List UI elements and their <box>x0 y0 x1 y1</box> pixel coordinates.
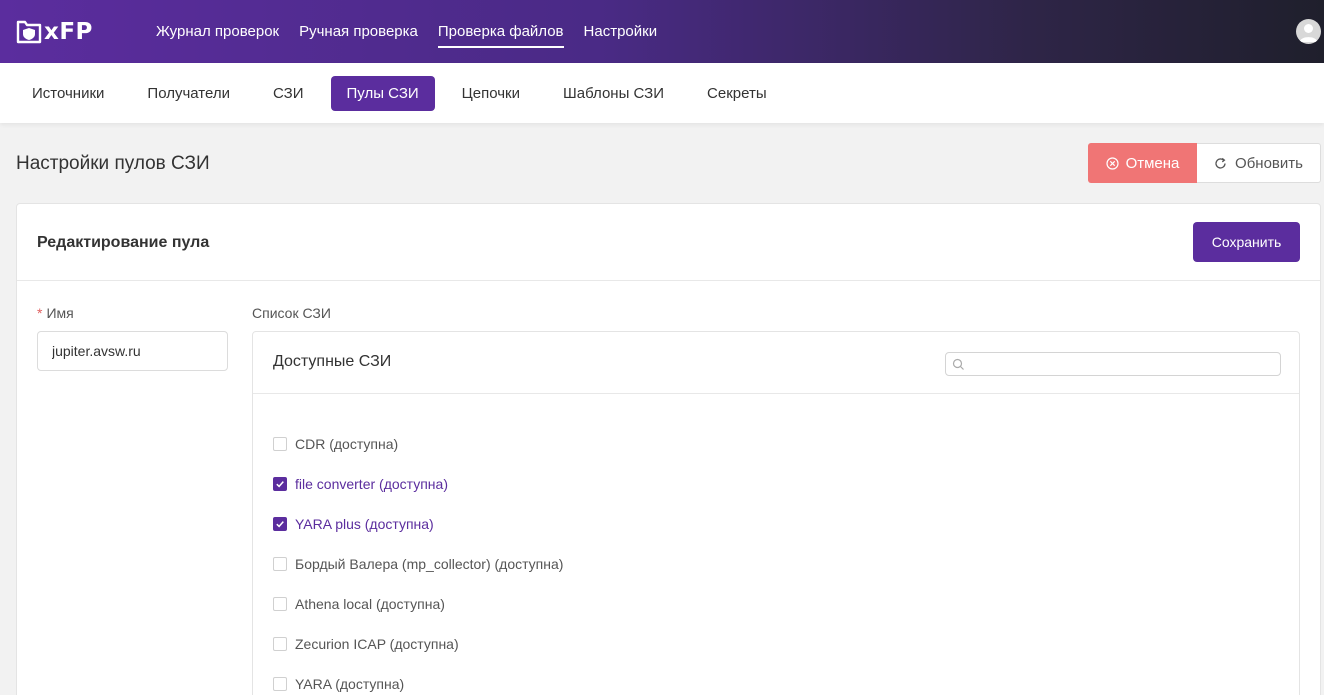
szi-checkbox-list: CDR (доступна) file converter (доступна)… <box>273 424 563 695</box>
name-label: * Имя <box>37 305 74 321</box>
search-input[interactable] <box>968 353 1278 375</box>
szi-item-label: file converter (доступна) <box>295 476 448 492</box>
check-icon <box>276 481 284 488</box>
tab-szi-pools[interactable]: Пулы СЗИ <box>330 75 435 111</box>
szi-item-cdr[interactable]: CDR (доступна) <box>273 424 563 464</box>
szi-item-mp-collector[interactable]: Бордый Валера (mp_collector) (доступна) <box>273 544 563 584</box>
szi-item-athena-local[interactable]: Athena local (доступна) <box>273 584 563 624</box>
edit-pool-card: Редактирование пула Сохранить *Имя Списо… <box>16 203 1321 695</box>
szi-item-label: Athena local (доступна) <box>295 596 445 612</box>
checkbox[interactable] <box>273 677 287 691</box>
card-header: Редактирование пула Сохранить <box>17 204 1320 281</box>
szi-list-label: Список СЗИ <box>252 305 331 321</box>
checkbox[interactable] <box>273 477 287 491</box>
szi-item-file-converter[interactable]: file converter (доступна) <box>273 464 563 504</box>
header-actions: Отмена Обновить <box>1088 143 1321 183</box>
checkbox[interactable] <box>273 557 287 571</box>
logo-text: xFP <box>44 19 93 45</box>
topnav-item-manual-check[interactable]: Ручная проверка <box>299 23 418 40</box>
szi-item-label: Zecurion ICAP (доступна) <box>295 636 459 652</box>
szi-item-label: YARA (доступна) <box>295 676 405 692</box>
name-input[interactable] <box>37 331 228 371</box>
topnav-item-file-check[interactable]: Проверка файлов <box>437 23 564 48</box>
szi-list-panel: Доступные СЗИ CDR (доступна) file conver… <box>252 331 1300 695</box>
top-nav: Журнал проверок Ручная проверка Проверка… <box>156 0 657 63</box>
tab-szi[interactable]: СЗИ <box>257 76 320 111</box>
szi-item-label: Бордый Валера (mp_collector) (доступна) <box>295 556 564 572</box>
avatar[interactable] <box>1296 19 1321 44</box>
tab-secrets[interactable]: Секреты <box>691 76 783 111</box>
szi-item-label: YARA plus (доступна) <box>295 516 434 532</box>
tab-szi-templates[interactable]: Шаблоны СЗИ <box>547 76 680 111</box>
checkbox[interactable] <box>273 437 287 451</box>
checkbox[interactable] <box>273 597 287 611</box>
szi-item-zecurion-icap[interactable]: Zecurion ICAP (доступна) <box>273 624 563 664</box>
szi-item-yara[interactable]: YARA (доступна) <box>273 664 563 695</box>
search-icon <box>952 358 964 370</box>
shield-folder-icon <box>16 20 42 44</box>
topnav-item-settings[interactable]: Настройки <box>584 23 658 40</box>
tab-sources[interactable]: Источники <box>16 76 120 111</box>
refresh-button[interactable]: Обновить <box>1197 143 1321 183</box>
close-circle-icon <box>1105 156 1119 170</box>
tab-chains[interactable]: Цепочки <box>446 76 536 111</box>
page-title: Настройки пулов СЗИ <box>16 153 210 174</box>
topnav-item-journal[interactable]: Журнал проверок <box>156 23 279 40</box>
search-box[interactable] <box>945 352 1281 376</box>
szi-item-yara-plus[interactable]: YARA plus (доступна) <box>273 504 563 544</box>
check-icon <box>276 521 284 528</box>
user-icon <box>1299 24 1318 42</box>
save-button[interactable]: Сохранить <box>1193 222 1300 262</box>
name-label-text: Имя <box>46 305 74 321</box>
sub-nav: Источники Получатели СЗИ Пулы СЗИ Цепочк… <box>0 63 1324 123</box>
required-marker: * <box>37 305 43 321</box>
top-bar: xFP Журнал проверок Ручная проверка Пров… <box>0 0 1324 63</box>
checkbox[interactable] <box>273 517 287 531</box>
card-title: Редактирование пула <box>37 234 210 251</box>
szi-item-label: CDR (доступна) <box>295 436 399 452</box>
cancel-button[interactable]: Отмена <box>1088 143 1197 183</box>
szi-list-header: Доступные СЗИ <box>253 332 1299 394</box>
refresh-icon <box>1215 157 1226 169</box>
refresh-button-label: Обновить <box>1235 154 1303 172</box>
cancel-button-label: Отмена <box>1125 154 1180 172</box>
checkbox[interactable] <box>273 637 287 651</box>
tab-recipients[interactable]: Получатели <box>131 76 246 111</box>
szi-list-title: Доступные СЗИ <box>273 353 392 370</box>
logo[interactable]: xFP <box>16 18 93 46</box>
